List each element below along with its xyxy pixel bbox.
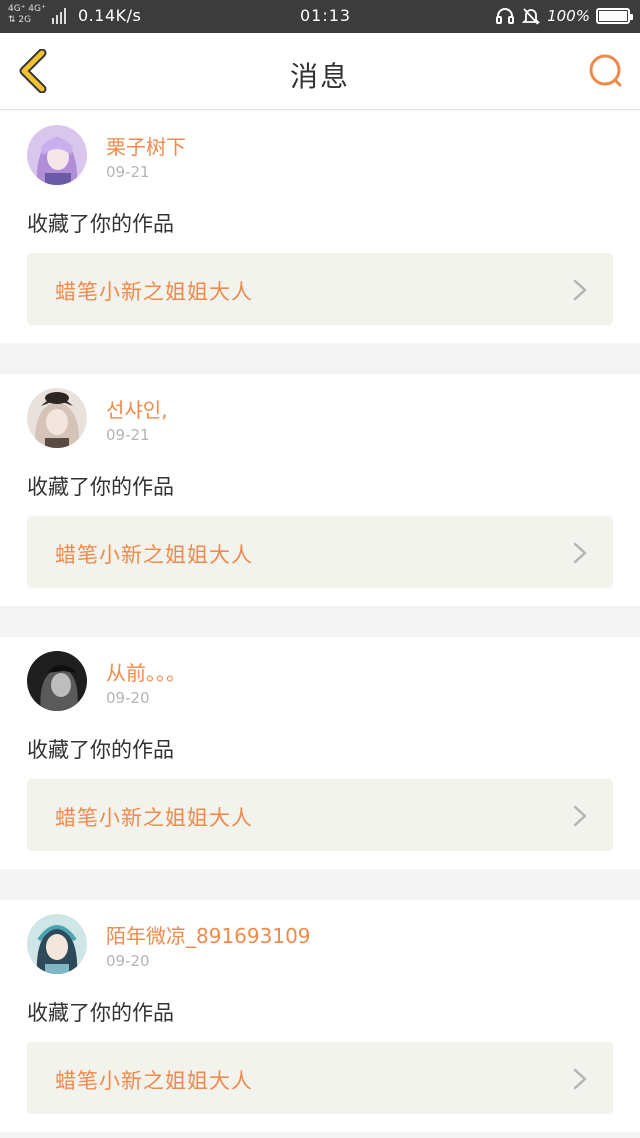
avatar[interactable]: [27, 388, 87, 448]
chevron-right-icon: [573, 542, 587, 564]
message-text: 收藏了你的作品: [27, 1001, 174, 1025]
network-speed: 0.14K/s: [78, 6, 142, 25]
top-nav-bar: 消息: [0, 33, 640, 110]
chevron-right-icon: [573, 805, 587, 827]
message-date: 09-20: [106, 952, 150, 970]
chevron-right-icon: [573, 1068, 587, 1090]
page-title: 消息: [289, 60, 350, 93]
work-title: 蜡笔小新之姐姐大人: [55, 280, 253, 304]
message-card: 从前。。。 09-20 收藏了你的作品 蜡笔小新之姐姐大人: [0, 637, 640, 869]
message-text: 收藏了你的作品: [27, 475, 174, 499]
battery-icon: [596, 8, 633, 24]
message-date: 09-21: [106, 426, 150, 444]
message-card: 栗子树下 09-21 收藏了你的作品 蜡笔小新之姐姐大人: [0, 111, 640, 343]
message-date: 09-20: [106, 689, 150, 707]
network-indicator: 4G⁺ 4G⁺ ⇅ 2G: [8, 4, 46, 26]
avatar[interactable]: [27, 914, 87, 974]
headset-icon: [496, 8, 515, 24]
work-link[interactable]: 蜡笔小新之姐姐大人: [27, 779, 613, 851]
battery-percent: 100%: [547, 7, 590, 25]
username[interactable]: 陌年微凉_891693109: [106, 920, 311, 949]
network-type-top: 4G⁺ 4G⁺: [8, 4, 46, 14]
avatar[interactable]: [27, 651, 87, 711]
message-card: 선샤인, 09-21 收藏了你的作品 蜡笔小新之姐姐大人: [0, 374, 640, 606]
message-text: 收藏了你的作品: [27, 212, 174, 236]
work-link[interactable]: 蜡笔小新之姐姐大人: [27, 253, 613, 325]
work-title: 蜡笔小新之姐姐大人: [55, 543, 253, 567]
message-date: 09-21: [106, 163, 150, 181]
username[interactable]: 从前。。。: [106, 657, 186, 686]
network-type-bottom: ⇅ 2G: [8, 15, 32, 25]
message-list: 栗子树下 09-21 收藏了你的作品 蜡笔小新之姐姐大人 선샤인, 09-21 …: [0, 111, 640, 1132]
avatar[interactable]: [27, 125, 87, 185]
work-title: 蜡笔小新之姐姐大人: [55, 1069, 253, 1093]
clock: 01:13: [300, 6, 352, 25]
message-text: 收藏了你的作品: [27, 738, 174, 762]
work-link[interactable]: 蜡笔小新之姐姐大人: [27, 516, 613, 588]
username[interactable]: 栗子树下: [106, 131, 186, 160]
signal-icon: [52, 8, 70, 24]
search-icon[interactable]: [586, 51, 626, 91]
message-card: 陌年微凉_891693109 09-20 收藏了你的作品 蜡笔小新之姐姐大人: [0, 900, 640, 1132]
work-link[interactable]: 蜡笔小新之姐姐大人: [27, 1042, 613, 1114]
status-bar: 4G⁺ 4G⁺ ⇅ 2G 0.14K/s 01:13 100%: [0, 0, 640, 33]
chevron-right-icon: [573, 279, 587, 301]
work-title: 蜡笔小新之姐姐大人: [55, 806, 253, 830]
mute-bell-icon: [521, 8, 541, 25]
username[interactable]: 선샤인,: [106, 394, 168, 423]
